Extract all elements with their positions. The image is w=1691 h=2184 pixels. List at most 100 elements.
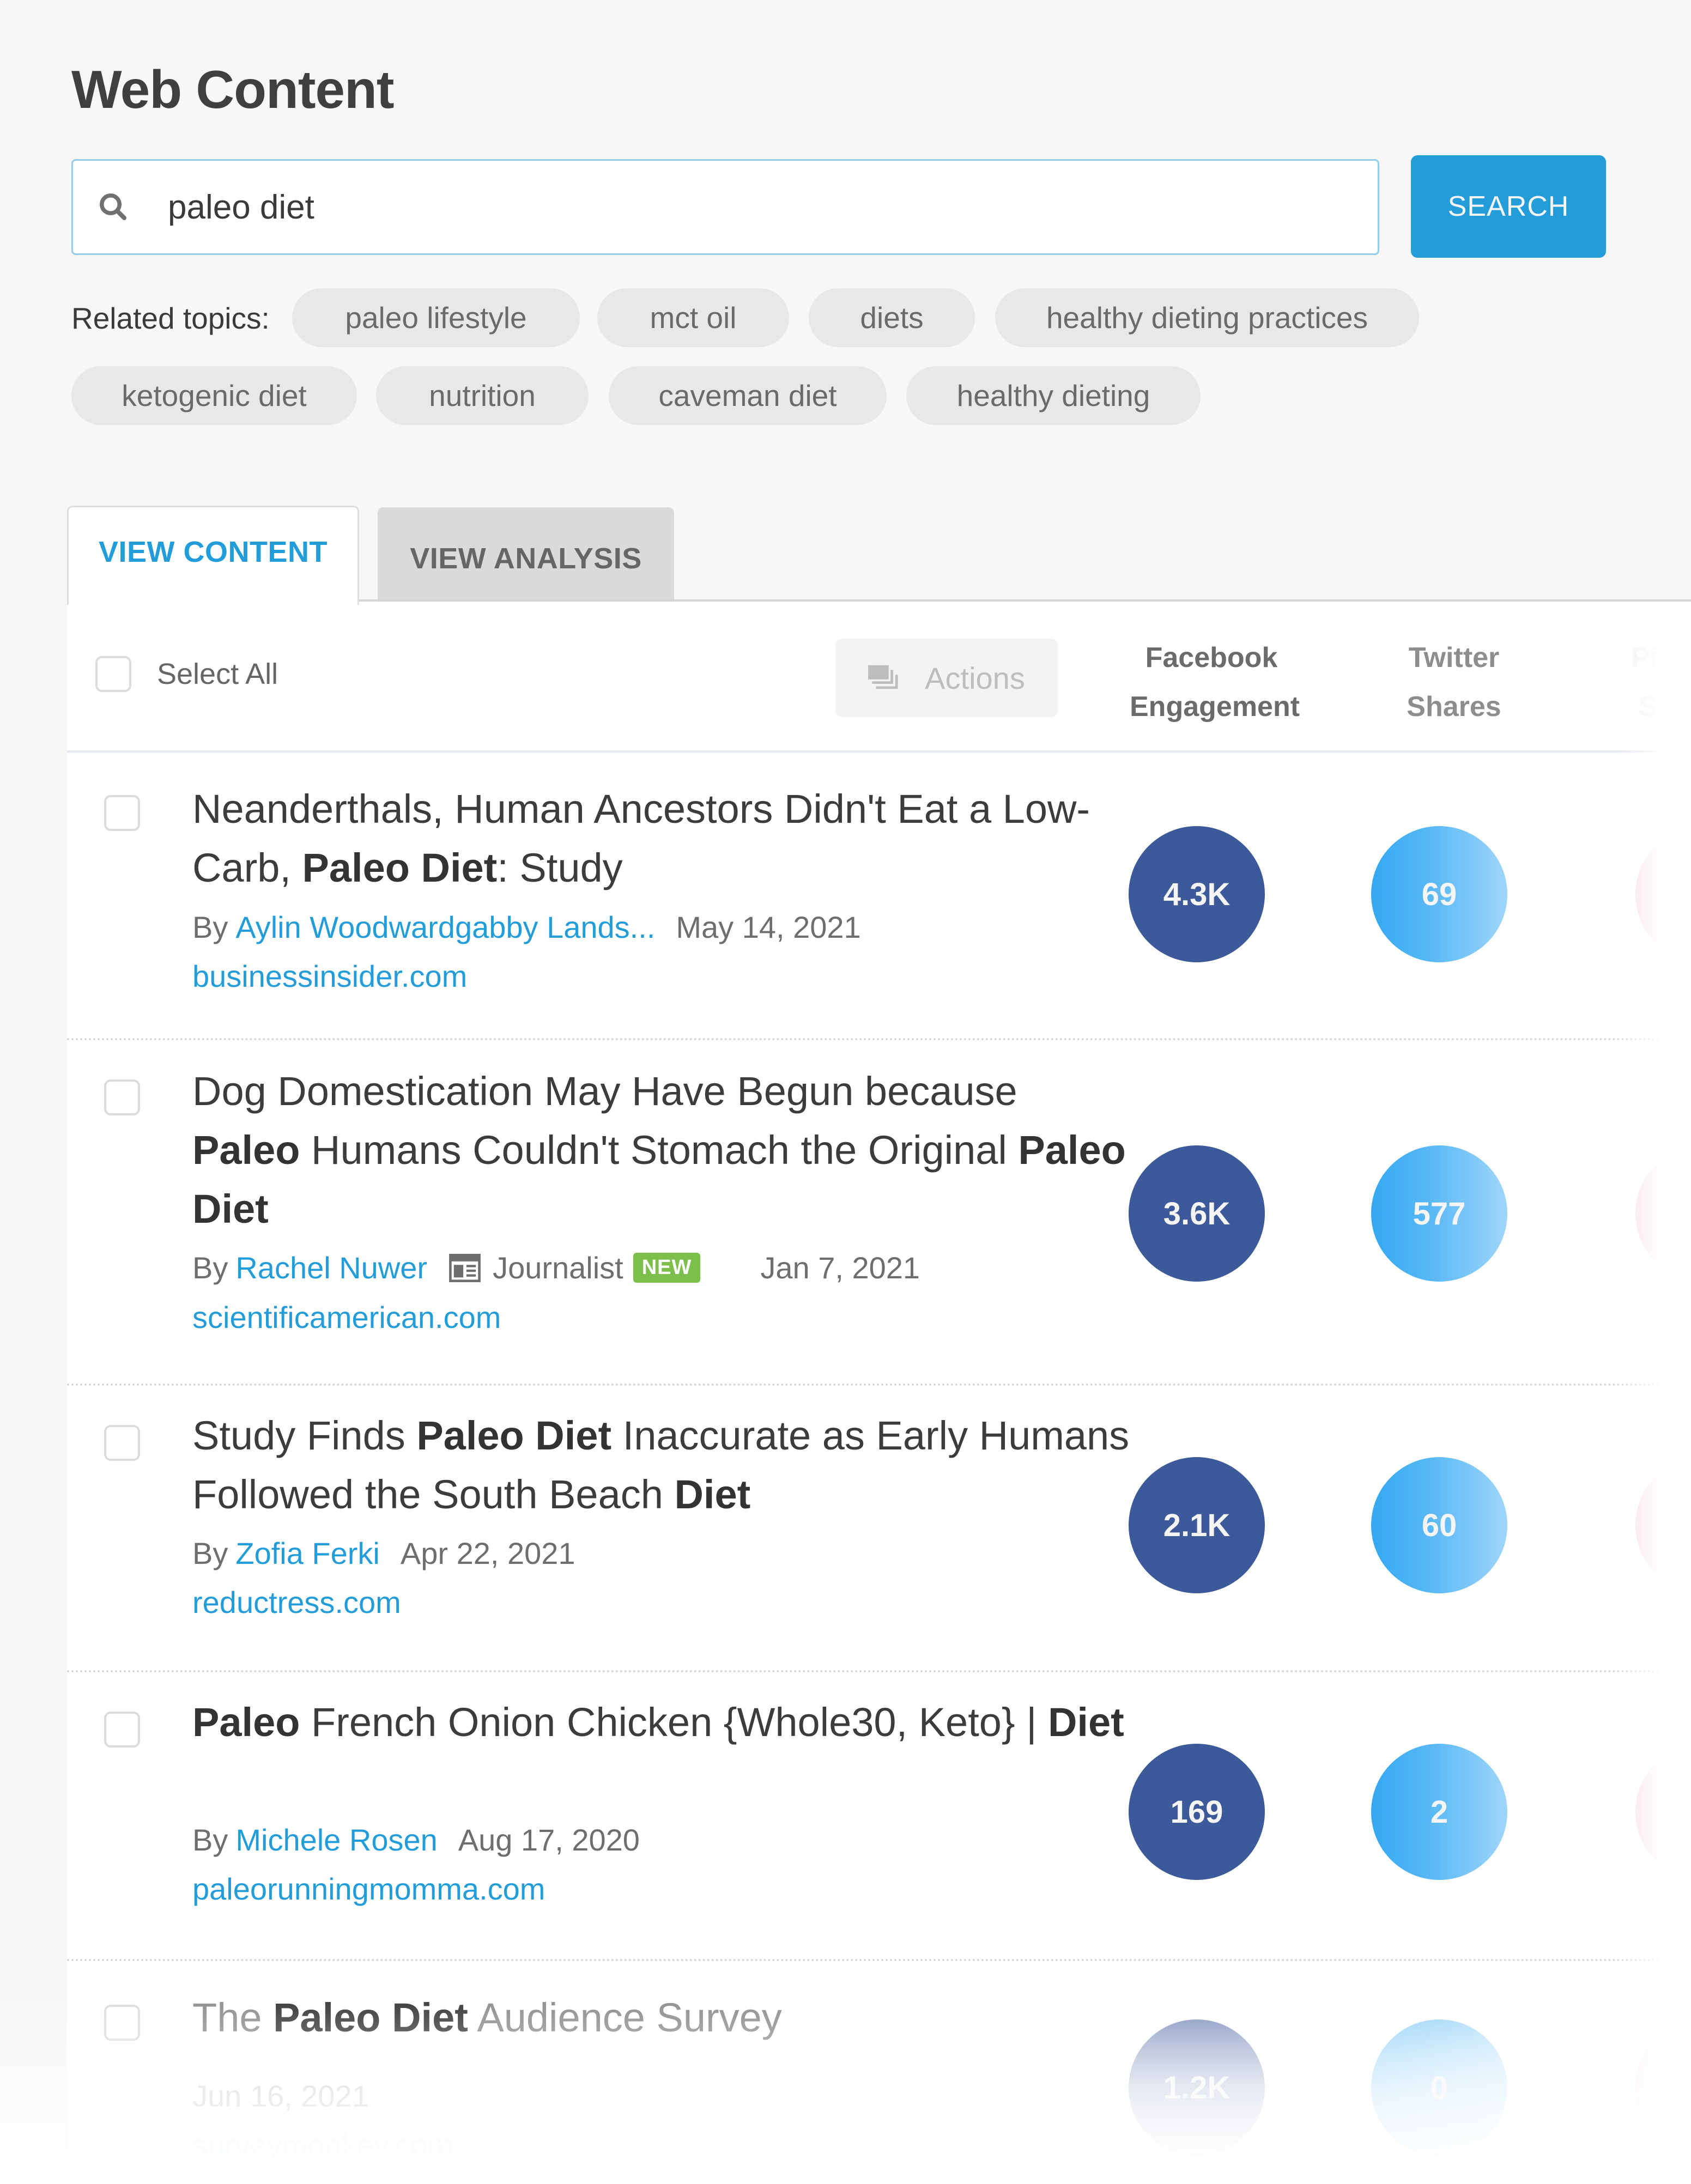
article-title[interactable]: Paleo French Onion Chicken {Whole30, Ket… [192, 1693, 1130, 1752]
related-topic-chip[interactable]: mct oil [597, 288, 789, 347]
title-text: Dog Domestication May Have Begun because [192, 1069, 1017, 1114]
facebook-engagement-value: 4.3K [1129, 826, 1265, 962]
column-label: Facebook [1145, 642, 1278, 674]
pinterest-shares-value [1635, 1457, 1691, 1593]
content-row: Neanderthals, Human Ancestors Didn't Eat… [67, 753, 1691, 1040]
title-highlight: Paleo Diet [273, 1995, 468, 2040]
by-label: By [192, 1823, 228, 1857]
column-facebook-engagement[interactable]: Facebook Engagement [1130, 633, 1300, 731]
by-label: By [192, 910, 228, 944]
author-link[interactable]: Michele Rosen [235, 1822, 437, 1858]
pinterest-shares-value [1635, 826, 1691, 962]
row-checkbox[interactable] [104, 1079, 140, 1115]
content-row: Paleo French Onion Chicken {Whole30, Ket… [67, 1672, 1691, 1961]
content-panel: Select All Actions Facebook Engagement T… [67, 602, 1691, 2184]
search-button[interactable]: SEARCH [1411, 155, 1606, 258]
table-header: Select All Actions Facebook Engagement T… [67, 602, 1691, 753]
search-icon [97, 191, 130, 223]
author-link[interactable]: Zofia Ferki [235, 1536, 380, 1571]
tab-view-analysis[interactable]: VIEW ANALYSIS [378, 507, 674, 602]
page-title: Web Content [71, 59, 394, 119]
title-text: Audience Survey [468, 1995, 782, 2040]
twitter-shares-value: 69 [1371, 826, 1507, 962]
pinterest-shares-value [1635, 1145, 1691, 1282]
title-text: The [192, 1995, 274, 2040]
row-checkbox[interactable] [104, 1425, 140, 1461]
title-highlight: Paleo Diet [302, 845, 498, 890]
title-highlight: Diet [1047, 1700, 1124, 1745]
title-highlight: Paleo [192, 1700, 300, 1745]
facebook-engagement-value: 169 [1129, 1744, 1265, 1880]
row-checkbox[interactable] [104, 2005, 140, 2041]
column-label: Engagement [1130, 691, 1300, 723]
author-link[interactable]: Rachel Nuwer [235, 1250, 427, 1285]
select-all-label: Select All [157, 658, 278, 690]
title-highlight: Paleo [192, 1127, 300, 1173]
new-badge: NEW [633, 1253, 701, 1283]
by-label: By [192, 1536, 228, 1570]
domain-link[interactable]: businessinsider.com [192, 958, 467, 994]
related-topic-chip[interactable]: caveman diet [609, 366, 887, 425]
facebook-engagement-value: 1.2K [1129, 2019, 1265, 2156]
related-topic-chip[interactable]: healthy dieting [906, 366, 1201, 425]
author-type: Journalist [493, 1251, 623, 1285]
twitter-shares-value: 60 [1371, 1457, 1507, 1593]
search-box[interactable] [71, 159, 1379, 255]
twitter-shares-value: 0 [1371, 2019, 1507, 2156]
content-row: Dog Domestication May Have Begun because… [67, 1040, 1691, 1386]
column-pinterest-shares[interactable]: Pinterest Shares [1631, 633, 1691, 731]
column-label: Twitter [1408, 642, 1500, 674]
article-title[interactable]: Neanderthals, Human Ancestors Didn't Eat… [192, 780, 1130, 897]
tab-view-content[interactable]: VIEW CONTENT [67, 506, 359, 605]
title-text: : Study [497, 845, 623, 890]
article-meta: By Rachel Nuwer Journalist NEW Jan 7, 20… [192, 1250, 920, 1285]
related-topic-chip[interactable]: paleo lifestyle [292, 288, 580, 347]
related-topics-label: Related topics: [71, 301, 270, 335]
related-topic-chip[interactable]: diets [809, 288, 975, 347]
stack-icon [868, 665, 898, 689]
pinterest-shares-value [1635, 1744, 1691, 1880]
title-highlight: Diet [674, 1472, 751, 1517]
article-title[interactable]: Dog Domestication May Have Begun because… [192, 1062, 1130, 1239]
journalist-icon [449, 1253, 481, 1282]
content-row: Study Finds Paleo Diet Inaccurate as Ear… [67, 1386, 1691, 1672]
domain-link[interactable]: reductress.com [192, 1585, 401, 1620]
pinterest-shares-value [1635, 2019, 1691, 2156]
domain-link[interactable]: paleorunningmomma.com [192, 1871, 545, 1907]
twitter-shares-value: 577 [1371, 1145, 1507, 1282]
publish-date: May 14, 2021 [676, 910, 861, 944]
publish-date: Jun 16, 2021 [192, 2079, 369, 2113]
by-label: By [192, 1251, 228, 1285]
content-row: The Paleo Diet Audience Survey Jun 16, 2… [67, 1961, 1691, 2184]
column-twitter-shares[interactable]: Twitter Shares [1386, 633, 1522, 731]
publish-date: Aug 17, 2020 [458, 1823, 640, 1857]
row-checkbox[interactable] [104, 795, 140, 831]
twitter-shares-value: 2 [1371, 1744, 1507, 1880]
search-input[interactable] [168, 187, 1258, 227]
related-topic-chip[interactable]: nutrition [376, 366, 589, 425]
column-label: Pinterest [1631, 642, 1691, 674]
select-all-checkbox[interactable] [95, 656, 131, 692]
article-title[interactable]: The Paleo Diet Audience Survey [192, 1988, 1130, 2047]
actions-button[interactable]: Actions [835, 639, 1058, 717]
title-text: Humans Couldn't Stomach the Original [300, 1127, 1019, 1173]
article-meta: By Zofia Ferki Apr 22, 2021 [192, 1536, 575, 1571]
facebook-engagement-value: 2.1K [1129, 1457, 1265, 1593]
domain-link[interactable]: scientificamerican.com [192, 1300, 501, 1335]
publish-date: Jan 7, 2021 [760, 1251, 920, 1285]
domain-link[interactable]: surveymonkey.com [192, 2127, 453, 2163]
article-title[interactable]: Study Finds Paleo Diet Inaccurate as Ear… [192, 1406, 1130, 1524]
author-link[interactable]: Aylin Woodwardgabby Lands... [235, 909, 655, 945]
article-meta: Jun 16, 2021 [192, 2078, 369, 2114]
related-topic-chip[interactable]: ketogenic diet [71, 366, 357, 425]
related-topic-chip[interactable]: healthy dieting practices [995, 288, 1419, 347]
title-text: French Onion Chicken {Whole30, Keto} | [300, 1700, 1048, 1745]
column-label: Shares [1407, 691, 1501, 723]
row-checkbox[interactable] [104, 1712, 140, 1748]
title-text: Study Finds [192, 1413, 417, 1458]
publish-date: Apr 22, 2021 [400, 1536, 575, 1570]
article-meta: By Aylin Woodwardgabby Lands... May 14, … [192, 909, 861, 945]
article-meta: By Michele Rosen Aug 17, 2020 [192, 1822, 640, 1858]
title-highlight: Paleo Diet [416, 1413, 612, 1458]
column-label: Shares [1638, 691, 1691, 723]
